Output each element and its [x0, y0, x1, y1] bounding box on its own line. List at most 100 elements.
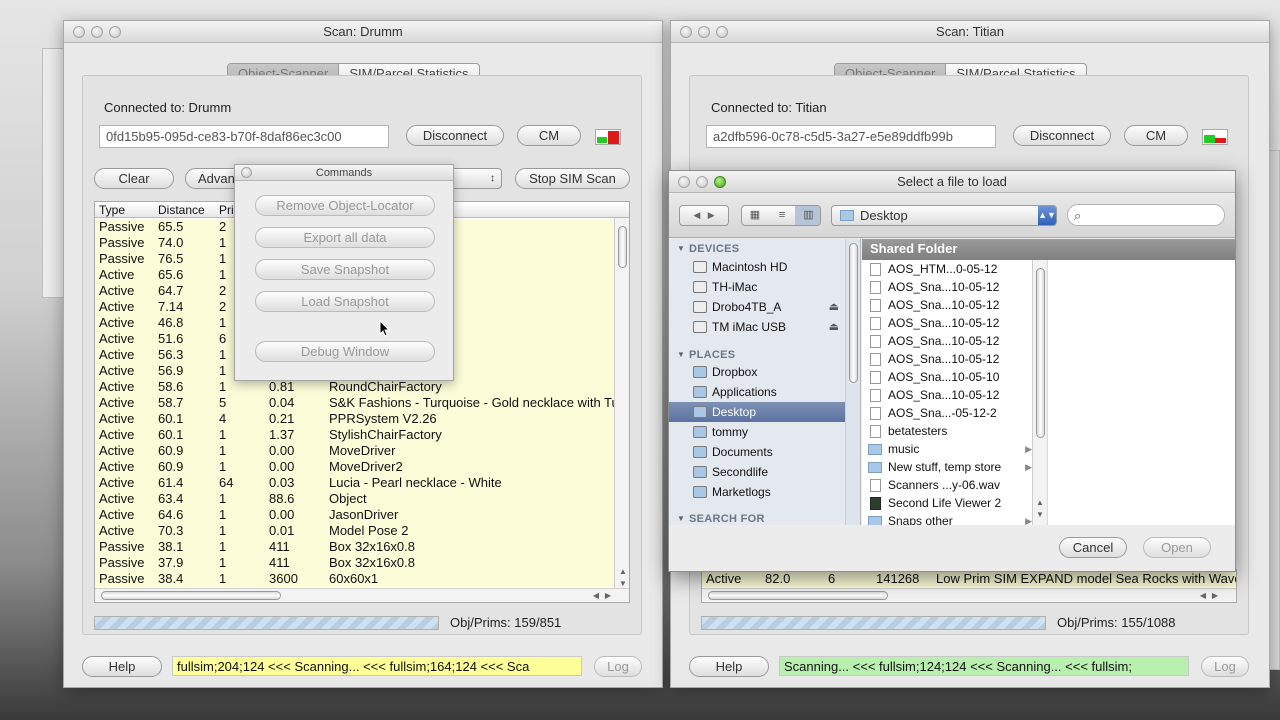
minimize-button[interactable] [91, 26, 103, 38]
load-snapshot-button[interactable]: Load Snapshot [255, 291, 435, 312]
commands-title-bar[interactable]: Commands [235, 165, 453, 181]
disconnect-button[interactable]: Disconnect [406, 125, 504, 146]
file-list-item[interactable]: AOS_Sna...-05-12-2 [862, 404, 1037, 422]
log-button[interactable]: Log [1201, 656, 1249, 677]
file-list-item[interactable]: AOS_Sna...10-05-12 [862, 350, 1037, 368]
file-list-item[interactable]: AOS_Sna...10-05-12 [862, 386, 1037, 404]
table-row[interactable]: Active 58.6 1 0.81 RoundChairFactory [95, 379, 615, 395]
file-list-item[interactable]: Snaps other ▶ [862, 512, 1037, 525]
table-horizontal-scrollbar[interactable]: ◀ ▶ [702, 588, 1236, 602]
table-row[interactable]: Active 64.6 1 0.00 JasonDriver [95, 507, 615, 523]
file-list-item[interactable]: AOS_Sna...10-05-12 [862, 332, 1037, 350]
zoom-button[interactable] [716, 26, 728, 38]
places-disclosure-icon[interactable]: ▼ [677, 350, 685, 359]
help-button[interactable]: Help [82, 656, 162, 677]
dialog-close-button[interactable] [678, 176, 690, 188]
sidebar-scrollbar[interactable] [845, 239, 860, 525]
sidebar-item-device[interactable]: TM iMac USB ⏏ [669, 317, 847, 337]
file-scroll-up-arrow[interactable]: ▲ [1036, 498, 1044, 507]
list-view-icon[interactable]: ≡ [769, 206, 795, 225]
sidebar-item-place[interactable]: Applications [669, 382, 847, 402]
sidebar-item-place[interactable]: Documents [669, 442, 847, 462]
column-view-icon[interactable]: ▥ [795, 206, 820, 225]
file-scroll-thumb[interactable] [1036, 268, 1045, 438]
sidebar-item-place[interactable]: Desktop [669, 402, 847, 422]
table-row[interactable]: Passive 38.1 1 411 Box 32x16x0.8 [95, 539, 615, 555]
sidebar-item-place[interactable]: Marketlogs [669, 482, 847, 502]
table-row[interactable]: Active 82.0 6 141268 Low Prim SIM EXPAND… [702, 571, 1236, 587]
table-row[interactable]: Passive 38.4 1 3600 60x60x1 [95, 571, 615, 587]
scroll-thumb-horizontal[interactable] [101, 591, 281, 600]
file-list-item[interactable]: AOS_Sna...10-05-12 [862, 278, 1037, 296]
search-input[interactable]: ⌕ [1067, 204, 1225, 226]
log-button[interactable]: Log [594, 656, 642, 677]
sidebar-item-place[interactable]: Dropbox [669, 362, 847, 382]
uuid-field[interactable]: a2dfb596-0c78-c5d5-3a27-e5e89ddfb99b [706, 125, 996, 148]
table-row[interactable]: Passive 37.9 1 411 Box 32x16x0.8 [95, 555, 615, 571]
table-row[interactable]: Active 60.9 1 0.00 MoveDriver [95, 443, 615, 459]
scroll-left-arrow[interactable]: ◀ [1200, 591, 1206, 600]
save-snapshot-button[interactable]: Save Snapshot [255, 259, 435, 280]
file-list-item[interactable]: AOS_Sna...10-05-12 [862, 296, 1037, 314]
table-horizontal-scrollbar[interactable]: ◀ ▶ [95, 588, 629, 602]
sidebar-item-device[interactable]: TH-iMac [669, 277, 847, 297]
minimize-button[interactable] [698, 26, 710, 38]
export-all-data-button[interactable]: Export all data [255, 227, 435, 248]
cm-button[interactable]: CM [1124, 125, 1188, 146]
table-row[interactable]: Active 60.1 4 0.21 PPRSystem V2.26 [95, 411, 615, 427]
debug-window-button[interactable]: Debug Window [255, 341, 435, 362]
table-row[interactable]: Active 58.7 5 0.04 S&K Fashions - Turquoise … [95, 395, 629, 411]
column-prims[interactable]: Pri [219, 203, 234, 217]
scroll-right-arrow[interactable]: ▶ [1212, 591, 1218, 600]
back-forward-buttons[interactable]: ◀ ▶ [679, 205, 729, 226]
scroll-thumb[interactable] [618, 226, 627, 268]
devices-disclosure-icon[interactable]: ▼ [677, 244, 685, 253]
file-list-item[interactable]: Second Life Viewer 2 [862, 494, 1037, 512]
cm-button[interactable]: CM [517, 125, 581, 146]
file-list-item[interactable]: New stuff, temp store ▶ [862, 458, 1037, 476]
sidebar-item-place[interactable]: tommy [669, 422, 847, 442]
table-row[interactable]: Active 60.9 1 0.00 MoveDriver2 [95, 459, 615, 475]
uuid-field[interactable]: 0fd15b95-095d-ce83-b70f-8daf86ec3c00 [99, 125, 389, 148]
column-distance[interactable]: Distance [158, 203, 205, 217]
table-row[interactable]: Active 63.4 1 88.6 Object [95, 491, 615, 507]
eject-icon[interactable]: ⏏ [829, 297, 839, 317]
cancel-button[interactable]: Cancel [1059, 537, 1127, 558]
file-list-item[interactable]: AOS_Sna...10-05-10 [862, 368, 1037, 386]
scroll-down-arrow[interactable]: ▼ [619, 579, 627, 588]
dialog-title-bar[interactable]: Select a file to load [669, 171, 1235, 193]
file-list-item[interactable]: AOS_HTM...0-05-12 [862, 260, 1037, 278]
stop-sim-scan-button[interactable]: Stop SIM Scan [515, 168, 630, 189]
dialog-minimize-button[interactable] [696, 176, 708, 188]
zoom-button[interactable] [109, 26, 121, 38]
column-type[interactable]: Type [99, 203, 125, 217]
remove-object-locator-button[interactable]: Remove Object-Locator [255, 195, 435, 216]
scroll-right-arrow[interactable]: ▶ [605, 591, 611, 600]
file-column-scrollbar[interactable]: ▲ ▼ [1032, 260, 1046, 525]
eject-icon[interactable]: ⏏ [829, 317, 839, 337]
disconnect-button[interactable]: Disconnect [1013, 125, 1111, 146]
title-bar[interactable]: Scan: Drumm [64, 21, 662, 43]
sidebar-item-device[interactable]: Macintosh HD [669, 257, 847, 277]
commands-close-button[interactable] [241, 167, 252, 178]
clear-button[interactable]: Clear [94, 168, 174, 189]
table-vertical-scrollbar[interactable]: ▲ ▼ [614, 218, 629, 590]
sidebar-item-place[interactable]: Secondlife [669, 462, 847, 482]
file-list-item[interactable]: betatesters [862, 422, 1037, 440]
search-for-disclosure-icon[interactable]: ▼ [677, 514, 685, 523]
open-button[interactable]: Open [1143, 537, 1211, 558]
close-button[interactable] [680, 26, 692, 38]
file-list-item[interactable]: AOS_Sna...10-05-12 [862, 314, 1037, 332]
table-row[interactable]: Active 60.1 1 1.37 StylishChairFactory [95, 427, 615, 443]
sidebar-scroll-thumb[interactable] [849, 243, 858, 383]
file-scroll-down-arrow[interactable]: ▼ [1036, 510, 1044, 519]
file-list-item[interactable]: music ▶ [862, 440, 1037, 458]
view-mode-buttons[interactable]: ▦ ≡ ▥ [741, 205, 821, 226]
shared-folder-title[interactable]: Shared Folder [870, 241, 957, 256]
scroll-up-arrow[interactable]: ▲ [619, 567, 627, 576]
table-row[interactable]: Active 70.3 1 0.01 Model Pose 2 [95, 523, 615, 539]
icon-view-icon[interactable]: ▦ [742, 206, 768, 225]
table-row[interactable]: Active 61.4 64 0.03 Lucia - Pearl necklace -… [95, 475, 615, 491]
location-popup[interactable]: Desktop ▲▼ [831, 205, 1057, 226]
scroll-thumb-horizontal[interactable] [708, 591, 888, 600]
